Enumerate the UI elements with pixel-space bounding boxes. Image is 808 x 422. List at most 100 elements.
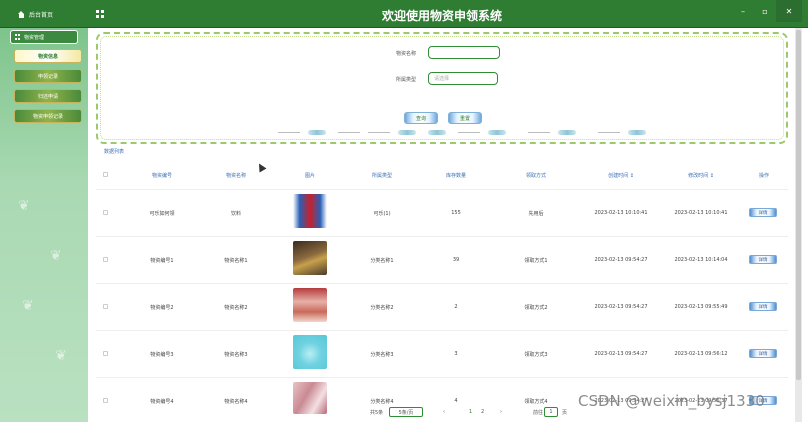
cell-code: 物资编号4 <box>150 399 174 405</box>
watermark: CSDN @weixin_bysj1330 <box>578 392 765 410</box>
sidebar-item-materials-info[interactable]: 物资信息 <box>14 49 82 63</box>
column-header: 库存数量 <box>445 173 466 179</box>
row-checkbox[interactable] <box>103 351 108 356</box>
search-panel: 物资名称 所属类型 请选择 查询 重置 <box>96 32 788 144</box>
cell-type: 分类名称4 <box>370 399 394 405</box>
material-image <box>293 382 327 414</box>
cell-method: 领取方式1 <box>524 258 548 264</box>
table-row: 物资编号2 物资名称2 分类名称2 2 领取方式2 2023-02-13 09:… <box>96 284 788 331</box>
material-image <box>293 288 327 322</box>
app-title: 欢迎使用物资申领系统 <box>381 9 502 23</box>
field1-label: 物资名称 <box>395 51 416 57</box>
material-name-input[interactable] <box>428 46 500 59</box>
table-row: 物资编号3 物资名称3 分类名称3 3 领取方式3 2023-02-13 09:… <box>96 331 788 378</box>
cell-updated: 2023-02-13 10:14:04 <box>674 257 728 263</box>
row-checkbox[interactable] <box>103 257 108 262</box>
row-checkbox[interactable] <box>103 398 108 403</box>
search-button[interactable]: 查询 <box>404 112 438 124</box>
cell-method: 领取方式2 <box>524 305 548 311</box>
cell-created: 2023-02-13 10:10:41 <box>594 210 648 216</box>
leaf-deco-icon: ❦ <box>18 198 30 214</box>
cell-type: 分类名称3 <box>370 352 394 358</box>
table-header: 物资编号 物资名称 图片 所属类型 库存数量 领取方式 创建时间 ↕ 修改时间 … <box>96 160 788 190</box>
material-image <box>293 335 327 369</box>
cell-created: 2023-02-13 09:54:27 <box>594 257 648 263</box>
row-checkbox[interactable] <box>103 304 108 309</box>
pager-goto-input[interactable]: 1 <box>544 407 558 417</box>
maximize-button[interactable]: ▫ <box>754 0 776 22</box>
material-image <box>293 194 327 228</box>
close-button[interactable]: ✕ <box>776 0 802 22</box>
detail-button[interactable]: 详情 <box>749 255 777 264</box>
title-bar: 后台首页 欢迎使用物资申领系统 – ▫ ✕ <box>0 0 808 28</box>
table-row: 可乐如何领 饮料 可乐(1) 155 先用后 2023-02-13 10:10:… <box>96 190 788 237</box>
column-header: 物资编号 <box>151 173 172 179</box>
sidebar: ❦ ❦ ❦ ❦ 物资管理 物资信息 申领记录 归还申请 物资申领记录 <box>0 28 88 422</box>
pager-next-button[interactable]: › <box>500 409 502 415</box>
cell-updated: 2023-02-13 09:56:12 <box>674 351 728 357</box>
cell-name: 饮料 <box>230 211 241 217</box>
pager-total: 共5条 <box>370 410 384 416</box>
column-header: 所属类型 <box>371 173 392 179</box>
pager-goto-label: 前往 <box>533 410 544 416</box>
minimize-button[interactable]: – <box>732 0 754 22</box>
cell-name: 物资名称2 <box>224 305 248 311</box>
cell-code: 物资编号2 <box>150 305 174 311</box>
list-title: 数据列表 <box>104 149 125 155</box>
sidebar-item-return[interactable]: 归还申请 <box>14 89 82 103</box>
cell-updated: 2023-02-13 09:55:49 <box>674 304 728 310</box>
cell-method: 领取方式3 <box>524 352 548 358</box>
cell-created: 2023-02-13 09:54:27 <box>594 351 648 357</box>
cell-qty: 155 <box>451 210 461 216</box>
grid-icon <box>15 34 21 40</box>
column-header: 操作 <box>758 173 769 179</box>
row-checkbox[interactable] <box>103 210 108 215</box>
decorative-divider <box>278 128 698 136</box>
column-header: 图片 <box>304 173 315 179</box>
pager-goto-suffix: 页 <box>562 410 568 416</box>
sidebar-item-apply-records[interactable]: 申领记录 <box>14 69 82 83</box>
leaf-deco-icon: ❦ <box>22 298 34 314</box>
select-all-checkbox[interactable] <box>103 172 108 177</box>
cell-qty: 4 <box>454 398 458 404</box>
vertical-scrollbar[interactable] <box>795 28 802 422</box>
cell-name: 物资名称3 <box>224 352 248 358</box>
cell-method: 先用后 <box>528 211 544 217</box>
sidebar-group-materials[interactable]: 物资管理 <box>10 30 78 44</box>
cell-name: 物资名称1 <box>224 258 248 264</box>
detail-button[interactable]: 详情 <box>749 208 777 217</box>
cell-created: 2023-02-13 09:54:27 <box>594 304 648 310</box>
cell-code: 物资编号3 <box>150 352 174 358</box>
app-window: 后台首页 欢迎使用物资申领系统 – ▫ ✕ ❦ ❦ ❦ ❦ 物资管理 物资信息 … <box>0 0 808 422</box>
sidebar-group-label: 物资管理 <box>24 34 45 41</box>
column-header-sortable[interactable]: 修改时间 ↕ <box>666 172 736 179</box>
sidebar-item-material-apply[interactable]: 物资申领记录 <box>14 109 82 123</box>
cell-method: 领取方式4 <box>524 399 548 405</box>
cell-qty: 39 <box>452 257 460 263</box>
pager-prev-button[interactable]: ‹ <box>443 409 445 415</box>
detail-button[interactable]: 详情 <box>749 302 777 311</box>
cell-qty: 2 <box>454 304 458 310</box>
cell-type: 分类名称2 <box>370 305 394 311</box>
column-header: 物资名称 <box>225 173 246 179</box>
cell-type: 可乐(1) <box>373 211 391 217</box>
leaf-deco-icon: ❦ <box>50 248 62 264</box>
cell-qty: 3 <box>454 351 458 357</box>
pager-page-1[interactable]: 1 <box>469 409 472 415</box>
cell-code: 可乐如何领 <box>149 211 175 217</box>
detail-button[interactable]: 详情 <box>749 349 777 358</box>
cell-updated: 2023-02-13 10:10:41 <box>674 210 728 216</box>
pager-page-2[interactable]: 2 <box>481 409 484 415</box>
cell-type: 分类名称1 <box>370 258 394 264</box>
reset-button[interactable]: 重置 <box>448 112 482 124</box>
scrollbar-thumb[interactable] <box>796 30 801 380</box>
leaf-deco-icon: ❦ <box>55 348 67 364</box>
cell-code: 物资编号1 <box>150 258 174 264</box>
page-size-select[interactable]: 5条/页 <box>389 407 423 417</box>
cell-name: 物资名称4 <box>224 399 248 405</box>
type-select[interactable]: 请选择 <box>428 72 498 85</box>
column-header-sortable[interactable]: 创建时间 ↕ <box>586 172 656 179</box>
field2-label: 所属类型 <box>395 77 416 83</box>
table-row: 物资编号1 物资名称1 分类名称1 39 领取方式1 2023-02-13 09… <box>96 237 788 284</box>
material-image <box>293 241 327 275</box>
